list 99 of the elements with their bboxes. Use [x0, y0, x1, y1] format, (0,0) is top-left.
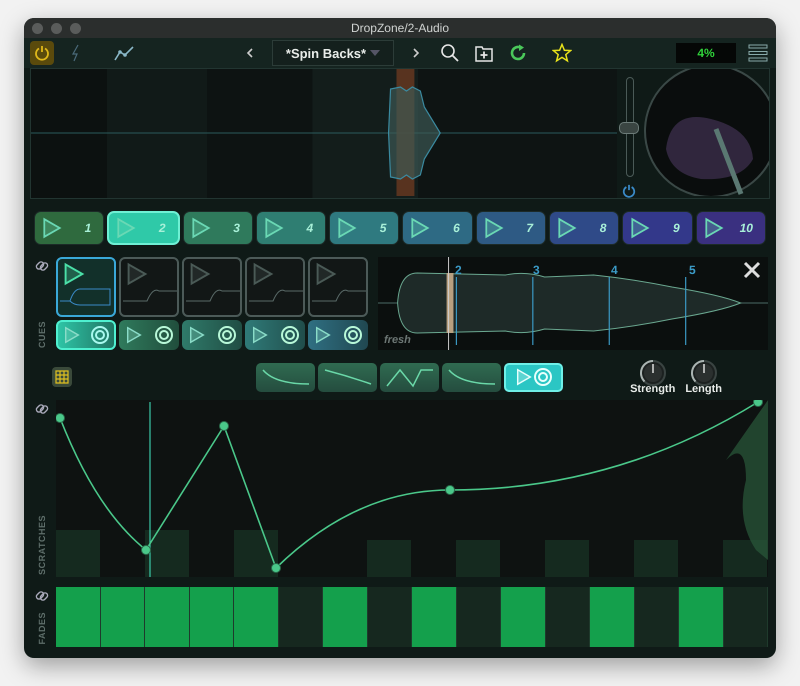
close-button[interactable]: [742, 261, 762, 281]
step-shade: [56, 530, 100, 577]
pitch-fader[interactable]: [619, 77, 639, 177]
playhead-line[interactable]: [149, 402, 151, 577]
step-shade: [723, 540, 767, 577]
play-icon: [124, 326, 142, 344]
cue-tile[interactable]: [56, 257, 116, 317]
sample-pad[interactable]: 4: [256, 211, 326, 245]
cues-label: CUES: [37, 320, 47, 348]
sample-pad[interactable]: 8: [549, 211, 620, 245]
play-icon: [251, 262, 275, 286]
fades-label: FADES: [37, 612, 47, 645]
play-icon: [556, 217, 578, 239]
target-icon: [532, 367, 552, 387]
preset-dropdown[interactable]: *Spin Backs*: [272, 40, 394, 66]
step-shade: [634, 540, 678, 577]
scratch-shape-button[interactable]: [256, 362, 315, 392]
fade-step[interactable]: [100, 587, 145, 647]
curve-point[interactable]: [141, 545, 151, 555]
play-icon: [188, 326, 206, 344]
scratch-shape-button[interactable]: [504, 362, 563, 392]
target-icon: [342, 325, 362, 345]
cue-button[interactable]: [182, 320, 242, 350]
marker-line[interactable]: [532, 277, 534, 345]
fade-step[interactable]: [190, 587, 234, 647]
step-shade: [456, 540, 500, 577]
marker-number: 5: [689, 263, 696, 277]
link-icon[interactable]: [35, 259, 49, 273]
knob-label: Length: [685, 383, 722, 395]
play-icon: [409, 217, 432, 239]
target-icon: [90, 325, 110, 345]
sample-pad[interactable]: 1: [34, 211, 104, 245]
curve-point[interactable]: [219, 421, 229, 431]
window-title: DropZone/2-Audio: [350, 21, 450, 35]
step-shade: [234, 530, 278, 577]
curve-point[interactable]: [56, 413, 65, 423]
scratch-shape-button[interactable]: [380, 362, 439, 392]
sample-name: fresh: [384, 334, 411, 346]
play-icon: [190, 217, 212, 239]
sample-pad[interactable]: 5: [329, 211, 400, 245]
play-icon: [514, 368, 532, 386]
marker-line[interactable]: [456, 277, 457, 345]
target-icon: [280, 325, 300, 345]
cue-button[interactable]: [119, 320, 179, 350]
link-icon[interactable]: [35, 402, 49, 416]
power-icon: [34, 45, 50, 61]
play-icon: [314, 262, 338, 286]
play-icon: [115, 217, 138, 239]
scratches-label: SCRATCHES: [37, 515, 47, 575]
cue-button[interactable]: [308, 320, 368, 350]
sample-pad[interactable]: 7: [476, 211, 546, 245]
play-icon: [125, 262, 149, 286]
fader-thumb[interactable]: [619, 122, 639, 134]
target-icon: [216, 325, 236, 345]
knob-label: Strength: [630, 383, 676, 395]
cue-tile[interactable]: [245, 257, 305, 317]
play-icon: [314, 326, 332, 344]
cue-tile[interactable]: [182, 257, 242, 317]
power-button[interactable]: [30, 41, 54, 65]
curve-point[interactable]: [271, 563, 281, 573]
curve-point[interactable]: [445, 485, 455, 495]
grid-button[interactable]: [52, 367, 72, 387]
caret-icon: [370, 50, 380, 56]
play-icon: [41, 217, 63, 239]
curve-point[interactable]: [753, 400, 763, 407]
marker-line[interactable]: [685, 277, 686, 345]
play-icon: [62, 262, 86, 286]
marker-number: 3: [533, 263, 540, 277]
scratch-shape-button[interactable]: [318, 362, 377, 392]
play-icon: [250, 326, 268, 344]
step-shade: [145, 530, 189, 577]
cue-button[interactable]: [56, 320, 116, 350]
cpu-meter: 4%: [676, 43, 736, 63]
star-icon[interactable]: [550, 41, 574, 65]
sample-pad[interactable]: 6: [402, 211, 473, 245]
cue-tile[interactable]: [119, 257, 179, 317]
play-icon: [702, 217, 725, 239]
marker-line[interactable]: [608, 277, 610, 345]
play-icon: [336, 217, 358, 239]
power-icon[interactable]: [622, 184, 636, 198]
play-icon: [62, 326, 80, 344]
play-icon: [188, 262, 212, 286]
marker-number: 4: [611, 263, 618, 277]
link-icon[interactable]: [35, 589, 49, 603]
play-icon: [482, 217, 505, 239]
step-shade: [367, 540, 411, 577]
cue-button[interactable]: [245, 320, 305, 350]
target-icon: [154, 325, 174, 345]
sample-pad[interactable]: 9: [622, 211, 693, 245]
sample-pad[interactable]: 3: [182, 211, 253, 245]
play-icon: [262, 217, 285, 239]
step-shade: [545, 540, 589, 577]
marker-number: 2: [455, 263, 462, 277]
playhead-line[interactable]: [448, 257, 450, 350]
scratch-shape-button[interactable]: [442, 362, 501, 392]
cue-tile[interactable]: [308, 257, 368, 317]
play-icon: [629, 217, 652, 239]
zigzag-curve-icon: [384, 366, 434, 388]
sample-pad[interactable]: 10: [696, 211, 766, 245]
